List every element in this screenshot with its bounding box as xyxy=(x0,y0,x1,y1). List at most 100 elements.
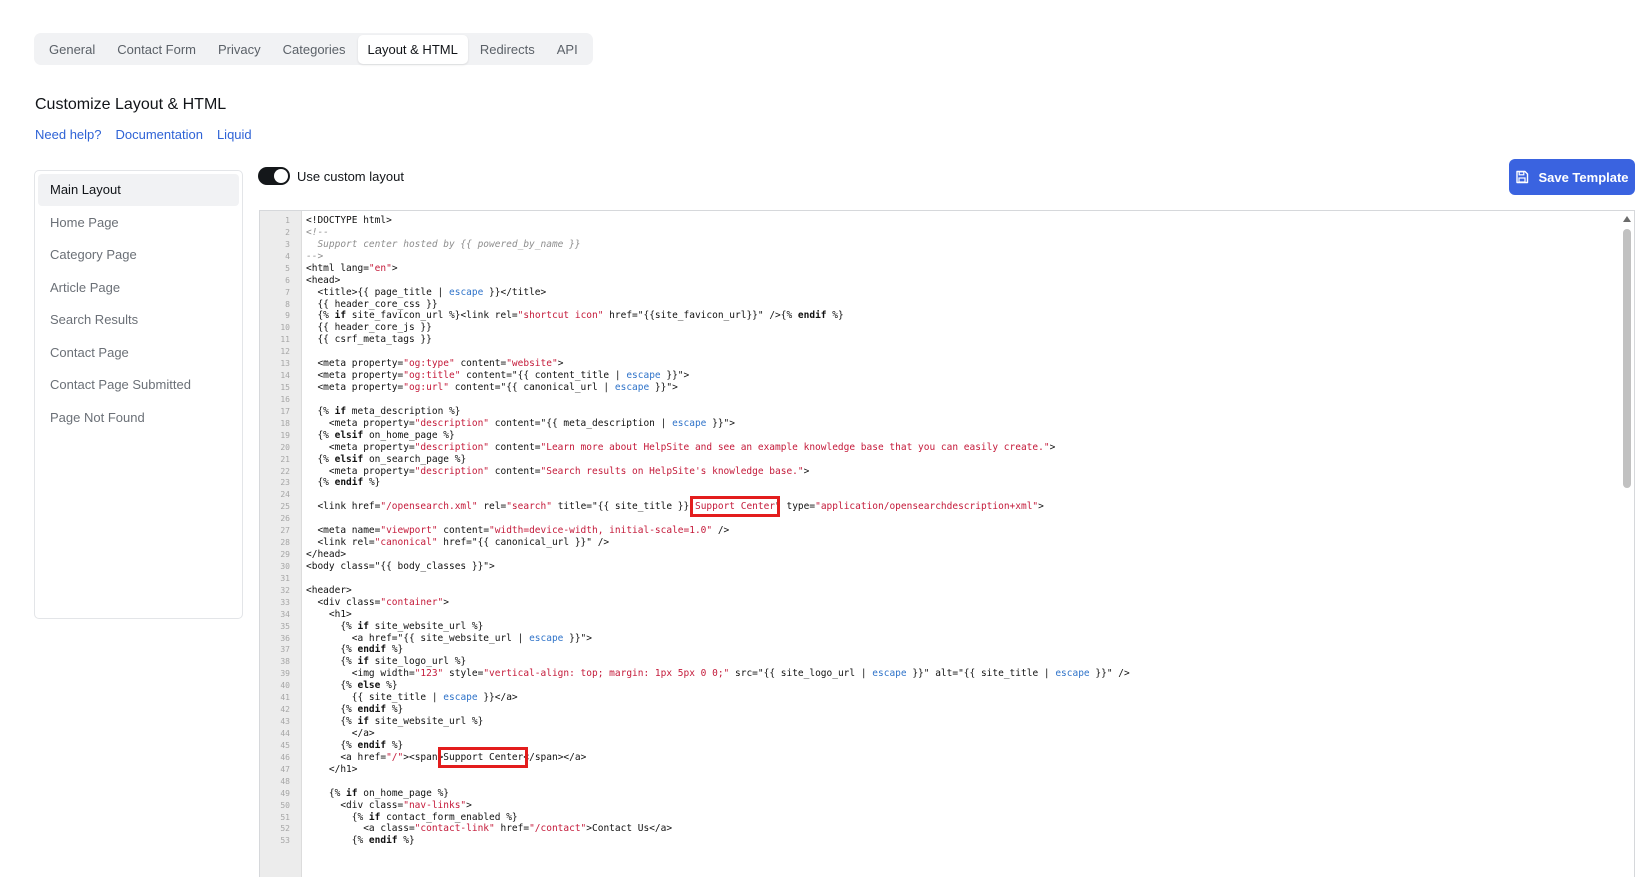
line-number: 17 xyxy=(280,406,290,416)
tab-privacy[interactable]: Privacy xyxy=(208,35,271,64)
line-number: 14 xyxy=(280,371,290,381)
code-text: {{ site_title | escape }}</a> xyxy=(306,692,518,704)
documentation-link[interactable]: Documentation xyxy=(116,127,203,142)
code-text: --> xyxy=(306,250,324,262)
tab-redirects[interactable]: Redirects xyxy=(470,35,545,64)
line-number: 38 xyxy=(280,657,290,667)
code-text: <body class="{{ body_classes }}"> xyxy=(306,560,495,572)
line-number: 31 xyxy=(280,573,290,583)
code-editor[interactable]: 1 <!DOCTYPE html> 2 <!-- 3 Support center ho… xyxy=(259,210,1635,877)
line-number: 49 xyxy=(280,788,290,798)
code-text: {% if site_website_url %} xyxy=(306,620,484,632)
code-text: <div class="nav-links"> xyxy=(306,799,472,811)
code-text: {% elsif on_home_page %} xyxy=(306,429,455,441)
editor-scrollbar[interactable] xyxy=(1620,211,1634,877)
line-number: 51 xyxy=(280,812,290,822)
code-text: <a href="{{ site_website_url | escape }}… xyxy=(306,632,592,644)
code-text: <a href="/"><span>Support Center</span><… xyxy=(306,746,587,768)
line-number: 33 xyxy=(280,597,290,607)
sidebar-item-page-not-found[interactable]: Page Not Found xyxy=(38,402,239,434)
line-number: 25 xyxy=(280,502,290,512)
tab-categories[interactable]: Categories xyxy=(273,35,356,64)
line-number: 10 xyxy=(280,323,290,333)
code-text: {% if site_favicon_url %}<link rel="shor… xyxy=(306,310,844,322)
save-template-button[interactable]: Save Template xyxy=(1509,159,1635,195)
code-text: {% endif %} xyxy=(306,704,404,716)
code-text: <a class="contact-link" href="/contact">… xyxy=(306,823,673,835)
need-help-link[interactable]: Need help? xyxy=(35,127,102,142)
code-text: {% endif %} xyxy=(306,644,404,656)
toggle-knob xyxy=(274,169,288,183)
line-number: 43 xyxy=(280,717,290,727)
code-text: <meta property="description" content="Le… xyxy=(306,441,1056,453)
liquid-link[interactable]: Liquid xyxy=(217,127,252,142)
settings-tabs: General Contact Form Privacy Categories Layo… xyxy=(34,33,593,65)
code-text: {% else %} xyxy=(306,680,398,692)
custom-layout-toggle[interactable] xyxy=(258,167,290,185)
sidebar-item-contact-page[interactable]: Contact Page xyxy=(38,337,239,369)
sidebar-item-search-results[interactable]: Search Results xyxy=(38,304,239,336)
line-number: 5 xyxy=(285,263,290,273)
code-text: {% if meta_description %} xyxy=(306,405,461,417)
page-title: Customize Layout & HTML xyxy=(35,96,227,113)
code-text: <meta property="og:title" content="{{ co… xyxy=(306,370,690,382)
code-text: <img width="123" style="vertical-align: … xyxy=(306,668,1130,680)
sidebar-item-contact-page-submitted[interactable]: Contact Page Submitted xyxy=(38,369,239,401)
code-text: <header> xyxy=(306,584,352,596)
sidebar-item-category-page[interactable]: Category Page xyxy=(38,239,239,271)
line-number: 50 xyxy=(280,800,290,810)
scroll-up-arrow-icon[interactable] xyxy=(1623,216,1631,222)
code-text: <meta property="og:type" content="websit… xyxy=(306,358,564,370)
line-number: 9 xyxy=(285,311,290,321)
code-text: {% if on_home_page %} xyxy=(306,787,450,799)
line-number: 36 xyxy=(280,633,290,643)
code-text: <link rel="canonical" href="{{ canonical… xyxy=(306,537,610,549)
line-number: 13 xyxy=(280,359,290,369)
line-number: 30 xyxy=(280,561,290,571)
line-number: 19 xyxy=(280,430,290,440)
line-number: 45 xyxy=(280,740,290,750)
line-number: 42 xyxy=(280,705,290,715)
line-number: 44 xyxy=(280,728,290,738)
code-text: <head> xyxy=(306,274,341,286)
line-number: 35 xyxy=(280,621,290,631)
line-number: 8 xyxy=(285,299,290,309)
line-number: 47 xyxy=(280,764,290,774)
line-number: 16 xyxy=(280,394,290,404)
line-number: 7 xyxy=(285,287,290,297)
code-text: </head> xyxy=(306,549,347,561)
tab-contact-form[interactable]: Contact Form xyxy=(107,35,206,64)
sidebar-item-home-page[interactable]: Home Page xyxy=(38,207,239,239)
code-text: <html lang="en"> xyxy=(306,262,398,274)
line-number: 3 xyxy=(285,239,290,249)
template-nav: Main Layout Home Page Category Page Article… xyxy=(34,170,243,619)
line-number: 37 xyxy=(280,645,290,655)
line-number: 11 xyxy=(280,335,290,345)
code-text: {% if site_website_url %} xyxy=(306,716,484,728)
line-number: 22 xyxy=(280,466,290,476)
scroll-thumb[interactable] xyxy=(1623,229,1631,488)
line-number: 20 xyxy=(280,442,290,452)
line-number: 27 xyxy=(280,526,290,536)
line-number: 15 xyxy=(280,383,290,393)
line-number: 34 xyxy=(280,609,290,619)
sidebar-item-main-layout[interactable]: Main Layout xyxy=(38,174,239,206)
custom-layout-label: Use custom layout xyxy=(297,168,404,184)
line-number: 21 xyxy=(280,454,290,464)
line-number: 12 xyxy=(280,347,290,357)
sidebar-item-article-page[interactable]: Article Page xyxy=(38,272,239,304)
line-number: 26 xyxy=(280,514,290,524)
code-text: <meta property="og:url" content="{{ cano… xyxy=(306,382,678,394)
code-text: {% elsif on_search_page %} xyxy=(306,453,467,465)
save-template-label: Save Template xyxy=(1538,169,1629,185)
line-number: 6 xyxy=(285,275,290,285)
tab-api[interactable]: API xyxy=(547,35,588,64)
line-number: 52 xyxy=(280,824,290,834)
code-text: <meta property="description" content="{{… xyxy=(306,417,735,429)
line-number: 39 xyxy=(280,669,290,679)
tab-general[interactable]: General xyxy=(39,35,105,64)
tab-layout-html[interactable]: Layout & HTML xyxy=(357,34,468,64)
custom-layout-toggle-row: Use custom layout xyxy=(258,167,404,185)
code-text: <meta property="description" content="Se… xyxy=(306,465,810,477)
code-text: <div class="container"> xyxy=(306,596,450,608)
